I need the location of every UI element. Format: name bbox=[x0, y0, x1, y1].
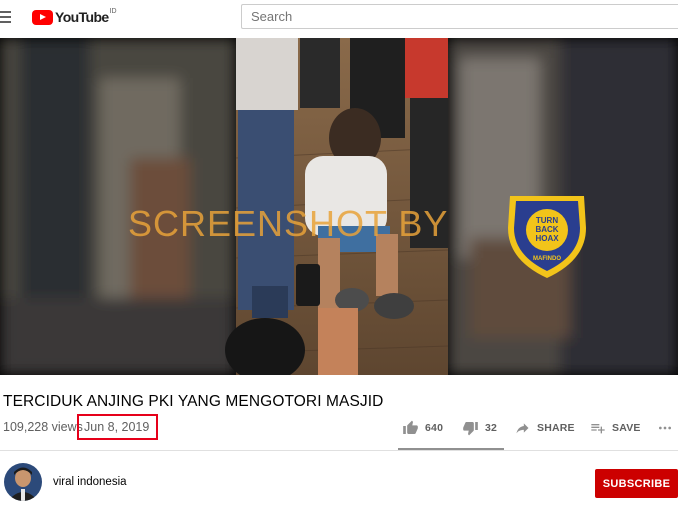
share-label: SHARE bbox=[537, 422, 575, 434]
thumb-down-icon bbox=[463, 422, 478, 436]
video-frame: SCREENSHOT BY TURN BACK HOAX MAFINDO bbox=[0, 38, 678, 375]
country-code: ID bbox=[109, 7, 117, 15]
youtube-logo[interactable]: YouTube ID bbox=[32, 8, 117, 26]
more-actions-button[interactable] bbox=[657, 416, 673, 440]
subscribe-button[interactable]: SUBSCRIBE bbox=[595, 469, 678, 498]
channel-avatar[interactable] bbox=[4, 463, 42, 501]
save-button[interactable]: SAVE bbox=[590, 416, 641, 440]
playlist-add-icon bbox=[591, 424, 605, 434]
top-bar: YouTube ID bbox=[0, 0, 678, 36]
search-box[interactable] bbox=[241, 4, 678, 29]
logo-text: YouTube bbox=[55, 9, 109, 25]
like-count: 640 bbox=[425, 422, 444, 434]
share-button[interactable]: SHARE bbox=[514, 416, 575, 440]
like-button[interactable]: 640 bbox=[402, 416, 443, 440]
dislike-count: 32 bbox=[485, 422, 498, 434]
save-label: SAVE bbox=[612, 422, 641, 434]
search-input[interactable] bbox=[242, 5, 678, 28]
view-count: 109,228 views bbox=[3, 420, 83, 434]
share-arrow-icon bbox=[516, 423, 529, 434]
video-title: TERCIDUK ANJING PKI YANG MENGOTORI MASJI… bbox=[3, 393, 384, 410]
badge-bottom-text: MAFINDO bbox=[533, 256, 561, 262]
badge-line-3: HOAX bbox=[535, 234, 559, 243]
badge-line-1: TURN bbox=[536, 216, 558, 225]
more-horizontal-icon bbox=[659, 426, 671, 430]
hamburger-menu-icon[interactable] bbox=[0, 11, 12, 23]
avatar-image bbox=[4, 463, 42, 501]
divider bbox=[0, 450, 678, 451]
dislike-button[interactable]: 32 bbox=[462, 416, 497, 440]
upload-date: Jun 8, 2019 bbox=[84, 420, 150, 434]
watermark-text: SCREENSHOT BY bbox=[128, 203, 448, 244]
channel-name[interactable]: viral indonesia bbox=[53, 476, 127, 488]
play-logo-icon bbox=[32, 9, 53, 25]
badge-line-2: BACK bbox=[535, 225, 558, 234]
thumb-up-icon bbox=[403, 420, 418, 434]
video-player[interactable]: SCREENSHOT BY TURN BACK HOAX MAFINDO bbox=[0, 38, 678, 375]
